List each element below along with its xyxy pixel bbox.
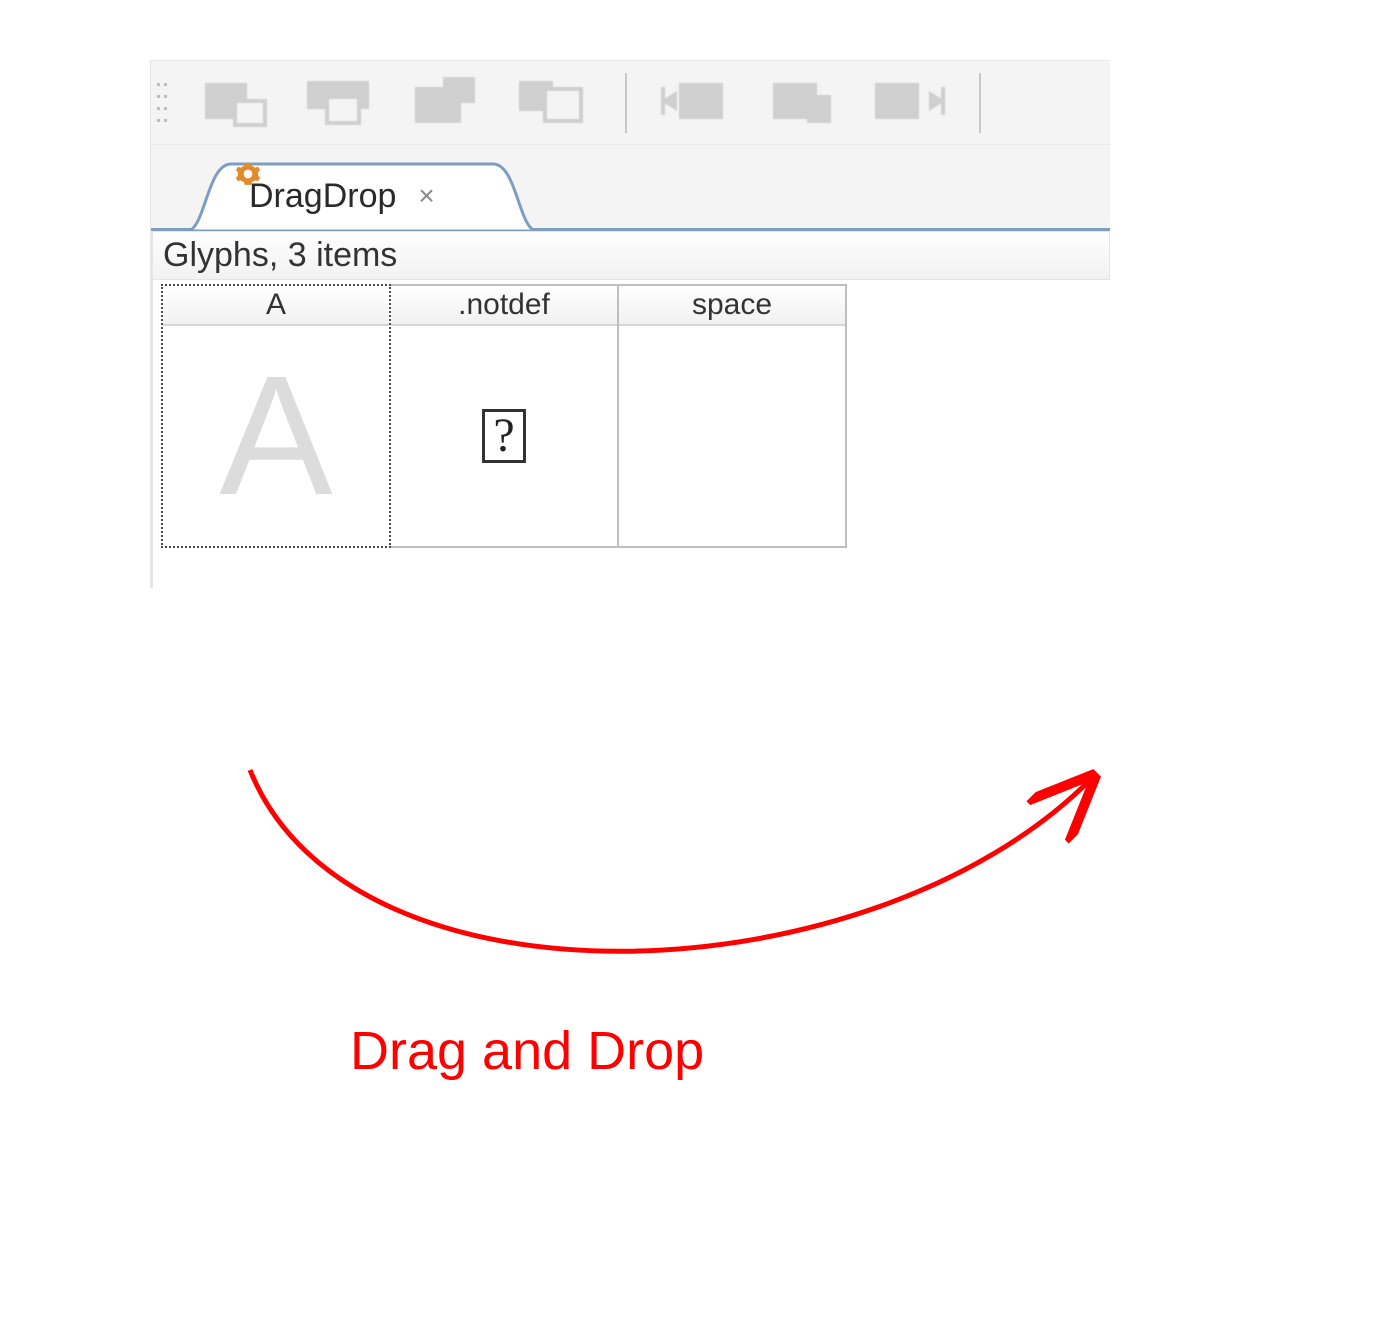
annotation-overlay: Drag and Drop (170, 740, 1170, 1140)
toolbar-button-7[interactable] (873, 77, 945, 129)
app-window: DragDrop × Glyphs, 3 items A A .notdef (150, 60, 1110, 588)
toolbar-grip[interactable] (157, 75, 167, 131)
toolbar-button-4[interactable] (519, 77, 591, 129)
glyph-row: A A .notdef ? space (153, 280, 1110, 548)
tab-bar: DragDrop × (150, 144, 1110, 231)
glyph-cell-body (619, 326, 845, 546)
glyph-preview-A: A (219, 351, 332, 521)
section-header: Glyphs, 3 items (153, 231, 1110, 280)
tab-dragdrop[interactable]: DragDrop × (187, 161, 537, 231)
tab-close-button[interactable]: × (410, 176, 442, 216)
glyph-cell-header: .notdef (391, 286, 617, 326)
annotation-label: Drag and Drop (350, 1020, 704, 1082)
toolbar-button-3[interactable] (413, 77, 485, 129)
annotation-arrow (250, 770, 1090, 951)
glyph-cell-body: A (163, 326, 389, 546)
toolbar (150, 60, 1110, 144)
toolbar-button-5[interactable] (661, 77, 733, 129)
toolbar-separator (625, 73, 627, 133)
content-area: Glyphs, 3 items A A .notdef ? space (150, 231, 1110, 588)
toolbar-button-1[interactable] (201, 77, 273, 129)
tab-title: DragDrop (249, 177, 396, 216)
toolbar-separator (979, 73, 981, 133)
glyph-cell-header: A (163, 286, 389, 326)
glyph-cell-body: ? (391, 326, 617, 546)
glyph-cell-notdef[interactable]: .notdef ? (389, 284, 619, 548)
glyph-cell-header: space (619, 286, 845, 326)
glyph-cell-space[interactable]: space (617, 284, 847, 548)
toolbar-button-2[interactable] (307, 77, 379, 129)
glyph-cell-A[interactable]: A A (161, 284, 391, 548)
glyph-preview-notdef: ? (482, 409, 525, 463)
toolbar-button-6[interactable] (767, 77, 839, 129)
